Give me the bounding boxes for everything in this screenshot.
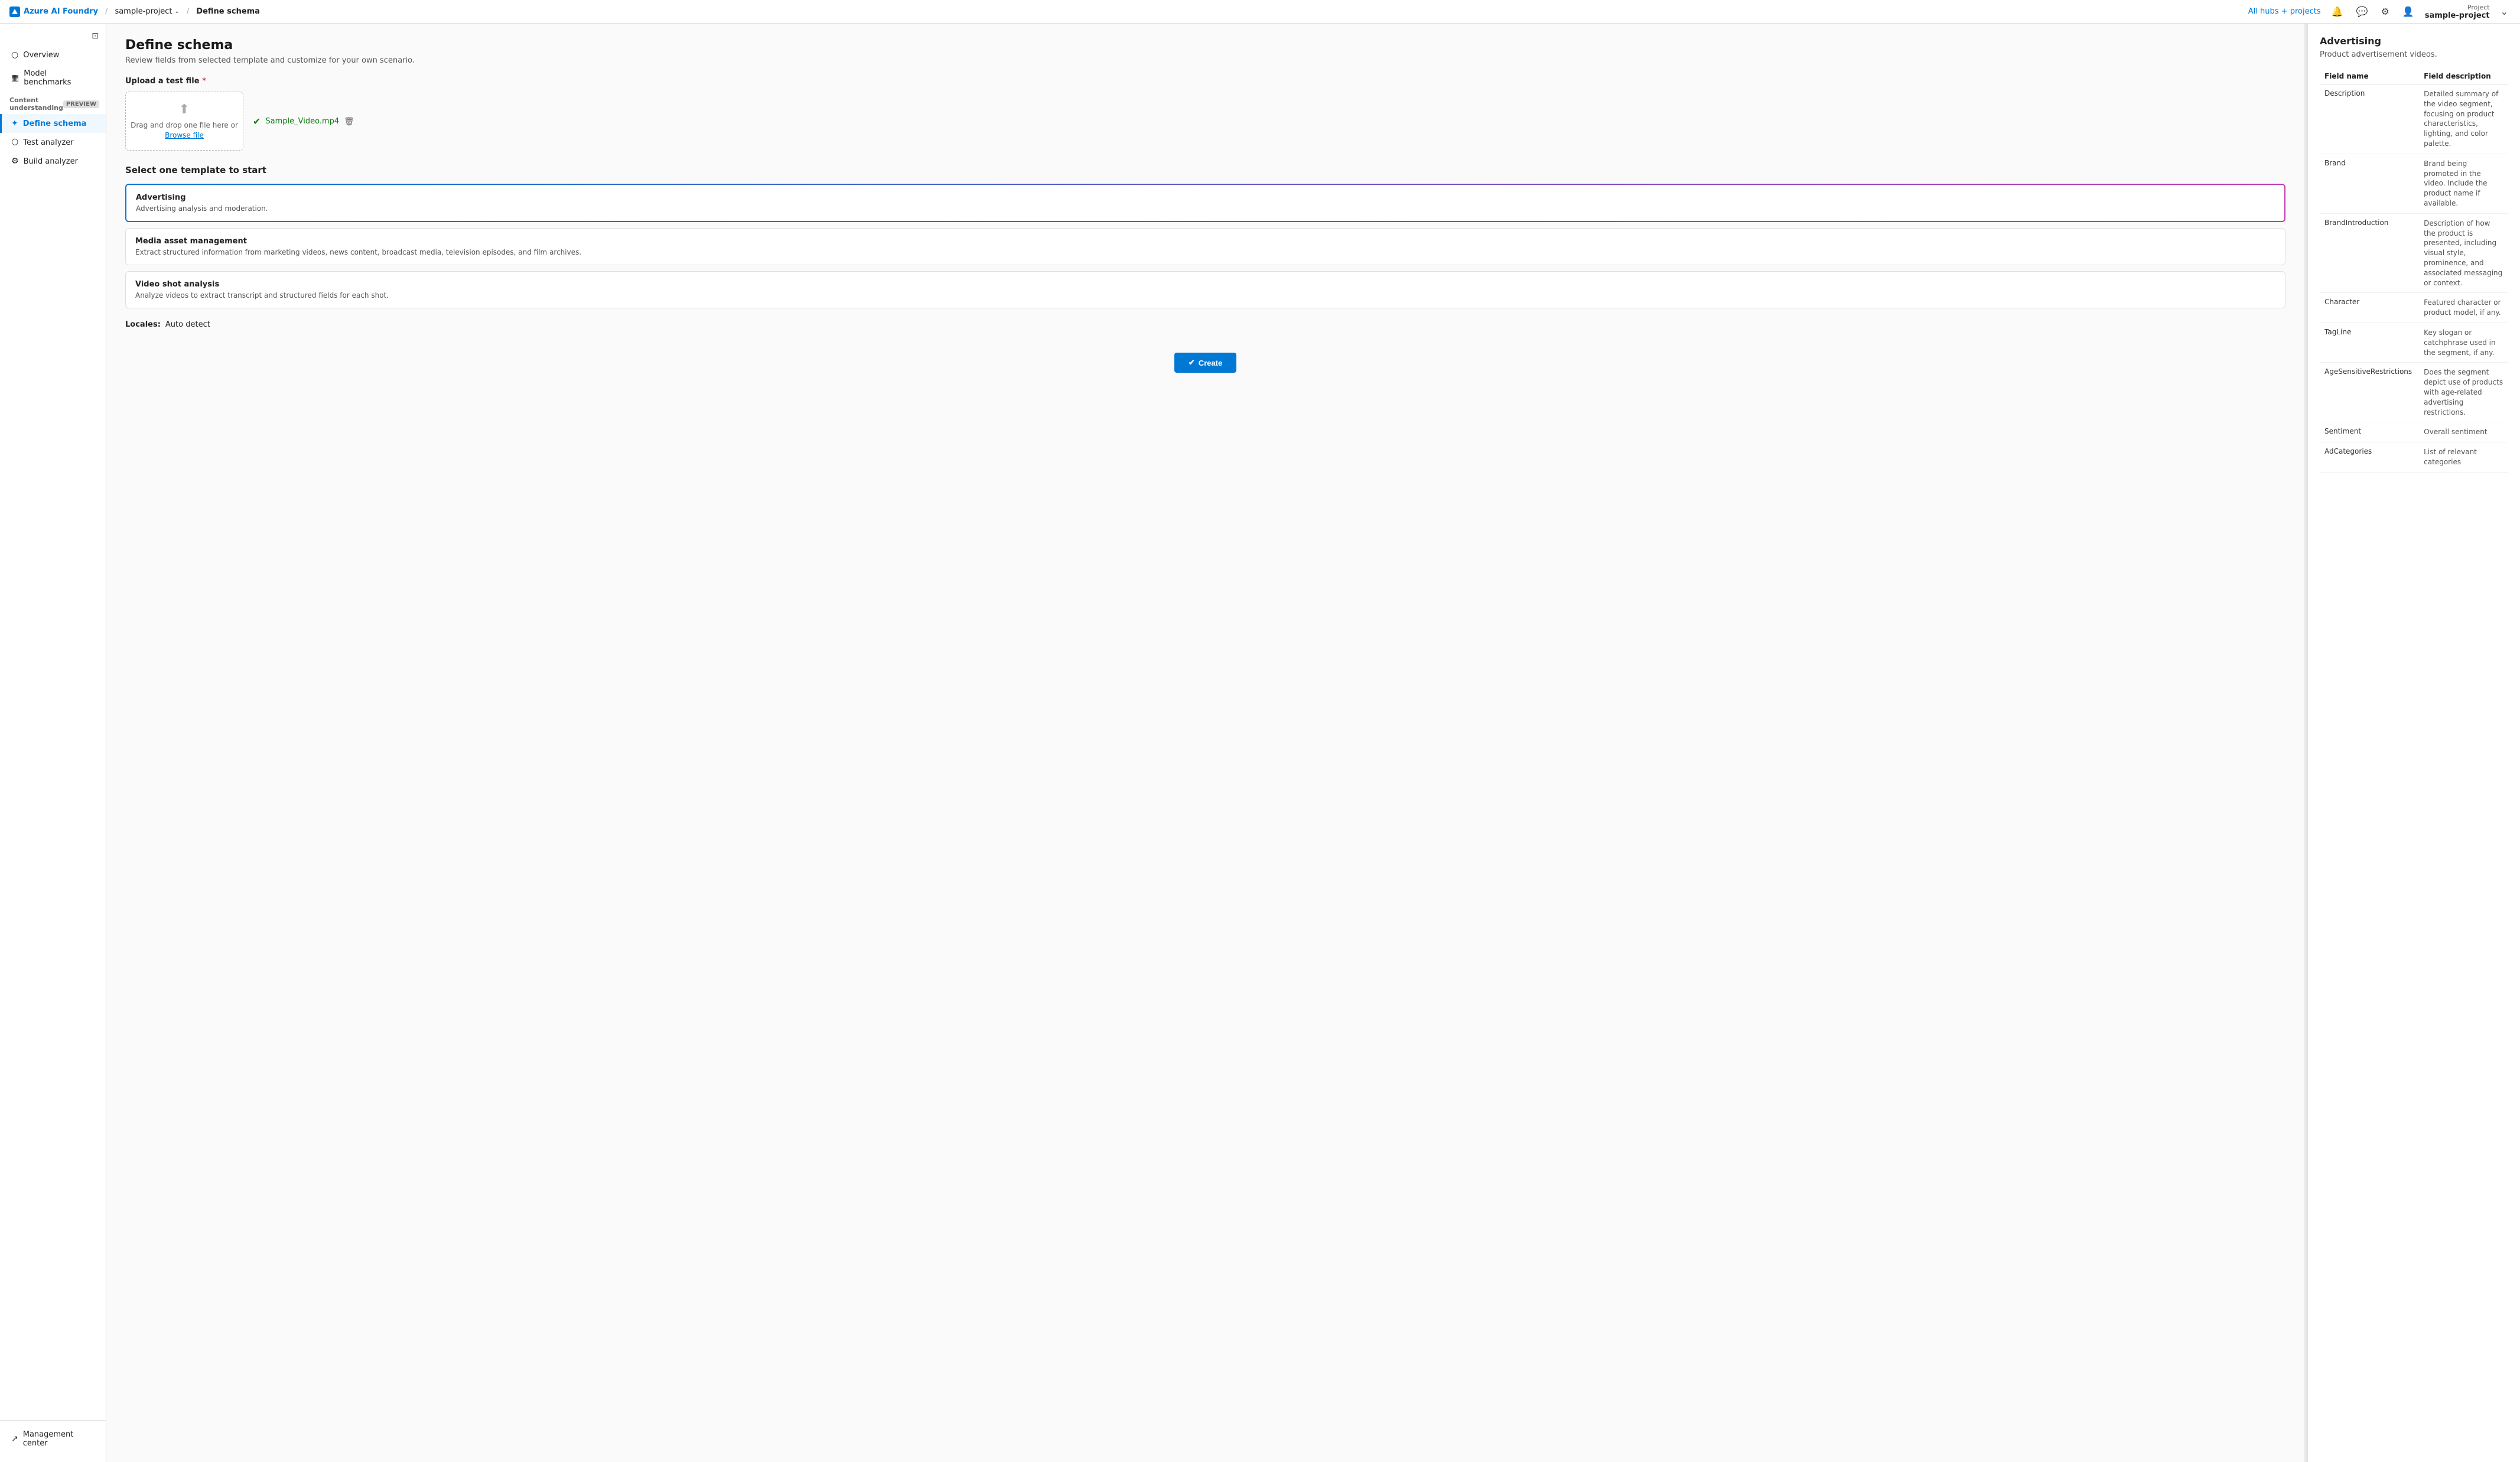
col-field-desc: Field description — [2419, 69, 2508, 84]
template-video-title: Video shot analysis — [135, 280, 2275, 289]
panel-title: Advertising — [2320, 35, 2508, 47]
page-title: Define schema — [125, 38, 2285, 53]
sidebar-collapse[interactable]: ⊡ — [0, 28, 106, 45]
collapse-icon[interactable]: ⊡ — [92, 31, 99, 41]
breadcrumb-current: Define schema — [196, 7, 260, 16]
topbar: Azure AI Foundry / sample-project ⌄ / De… — [0, 0, 2520, 24]
browse-file-link[interactable]: Browse file — [165, 131, 204, 139]
field-name-cell: Description — [2320, 84, 2419, 154]
chat-icon[interactable]: 💬 — [2354, 5, 2371, 19]
sidebar-item-define-schema[interactable]: ✦ Define schema — [0, 114, 106, 133]
template-advertising-title: Advertising — [136, 193, 2275, 202]
gear-icon[interactable]: ⚙ — [2378, 5, 2391, 19]
upload-area: ⬆ Drag and drop one file here or Browse … — [125, 92, 2285, 151]
notifications-icon[interactable]: 🔔 — [2329, 5, 2346, 19]
fields-table: Field name Field description Description… — [2320, 69, 2508, 473]
field-name-cell: AgeSensitiveRestrictions — [2320, 363, 2419, 422]
sidebar-section-content: Content understanding PREVIEW — [0, 92, 106, 114]
app-name: Azure AI Foundry — [24, 7, 98, 16]
field-desc-cell: Brand being promoted in the video. Inclu… — [2419, 154, 2508, 213]
required-indicator: * — [202, 77, 206, 86]
app-logo[interactable]: Azure AI Foundry — [9, 6, 98, 17]
file-dropzone[interactable]: ⬆ Drag and drop one file here or Browse … — [125, 92, 243, 151]
uploaded-filename: Sample_Video.mp4 — [265, 117, 339, 126]
field-name-cell: Sentiment — [2320, 422, 2419, 442]
field-name-cell: AdCategories — [2320, 442, 2419, 473]
col-field-name: Field name — [2320, 69, 2419, 84]
table-row: DescriptionDetailed summary of the video… — [2320, 84, 2508, 154]
locales-value: Auto detect — [165, 320, 210, 329]
locales-label: Locales: — [125, 320, 161, 329]
dropzone-text: Drag and drop one file here or Browse fi… — [131, 121, 238, 141]
templates-list: Advertising Advertising analysis and mod… — [125, 184, 2285, 308]
right-panel: Advertising Product advertisement videos… — [2307, 24, 2520, 1462]
create-check-icon: ✔ — [1189, 358, 1195, 367]
table-row: CharacterFeatured character or product m… — [2320, 293, 2508, 323]
sidebar-item-build-analyzer[interactable]: ⚙ Build analyzer — [0, 152, 106, 171]
template-media-desc: Extract structured information from mark… — [135, 248, 2275, 256]
page-subtitle: Review fields from selected template and… — [125, 56, 2285, 65]
bottom-actions: ✔ Create — [125, 341, 2285, 373]
table-row: AdCategoriesList of relevant categories — [2320, 442, 2508, 473]
upload-icon: ⬆ — [179, 102, 190, 117]
project-info: Project sample-project — [2425, 4, 2490, 20]
field-name-cell: Character — [2320, 293, 2419, 323]
management-icon: ↗ — [11, 1434, 18, 1444]
uploaded-file-info: ✔ Sample_Video.mp4 🗑 — [253, 116, 354, 127]
all-hubs-link[interactable]: All hubs + projects — [2248, 7, 2321, 16]
field-desc-cell: Featured character or product model, if … — [2419, 293, 2508, 323]
project-dropdown-icon[interactable]: ⌄ — [2498, 5, 2511, 19]
field-desc-cell: Overall sentiment — [2419, 422, 2508, 442]
table-row: SentimentOverall sentiment — [2320, 422, 2508, 442]
field-name-cell: TagLine — [2320, 323, 2419, 362]
benchmarks-icon: ▦ — [11, 73, 19, 83]
field-desc-cell: Description of how the product is presen… — [2419, 213, 2508, 293]
template-media-title: Media asset management — [135, 237, 2275, 246]
sidebar-item-test-analyzer[interactable]: ⬡ Test analyzer — [0, 133, 106, 152]
breadcrumb-sep-2: / — [187, 7, 189, 16]
sidebar-item-overview[interactable]: ○ Overview — [0, 45, 106, 64]
overview-icon: ○ — [11, 50, 18, 60]
panel-desc: Product advertisement videos. — [2320, 50, 2508, 59]
table-row: TagLineKey slogan or catchphrase used in… — [2320, 323, 2508, 362]
field-desc-cell: Detailed summary of the video segment, f… — [2419, 84, 2508, 154]
field-name-cell: BrandIntroduction — [2320, 213, 2419, 293]
template-card-advertising[interactable]: Advertising Advertising analysis and mod… — [125, 184, 2285, 222]
app-body: ⊡ ○ Overview ▦ Model benchmarks Content … — [0, 24, 2520, 1462]
logo-icon — [9, 6, 20, 17]
field-desc-cell: Does the segment depict use of products … — [2419, 363, 2508, 422]
table-row: AgeSensitiveRestrictionsDoes the segment… — [2320, 363, 2508, 422]
breadcrumb-sep-1: / — [105, 7, 108, 16]
define-schema-icon: ✦ — [11, 119, 18, 128]
table-row: BrandIntroductionDescription of how the … — [2320, 213, 2508, 293]
field-desc-cell: Key slogan or catchphrase used in the se… — [2419, 323, 2508, 362]
sidebar: ⊡ ○ Overview ▦ Model benchmarks Content … — [0, 24, 106, 1462]
template-card-media-asset[interactable]: Media asset management Extract structure… — [125, 228, 2285, 265]
sidebar-item-management-center[interactable]: ↗ Management center — [0, 1425, 106, 1453]
template-card-video-shot[interactable]: Video shot analysis Analyze videos to ex… — [125, 271, 2285, 308]
create-button[interactable]: ✔ Create — [1174, 353, 1236, 373]
upload-label: Upload a test file * — [125, 77, 2285, 86]
delete-file-button[interactable]: 🗑 — [344, 116, 354, 126]
topbar-right-section: All hubs + projects 🔔 💬 ⚙ 👤 Project samp… — [2248, 4, 2511, 20]
sidebar-bottom: ↗ Management center — [0, 1420, 106, 1457]
field-desc-cell: List of relevant categories — [2419, 442, 2508, 473]
sidebar-item-model-benchmarks[interactable]: ▦ Model benchmarks — [0, 64, 106, 92]
field-name-cell: Brand — [2320, 154, 2419, 213]
breadcrumb-project[interactable]: sample-project ⌄ — [115, 7, 179, 16]
locales-row: Locales: Auto detect — [125, 320, 2285, 329]
template-video-desc: Analyze videos to extract transcript and… — [135, 291, 2275, 299]
user-avatar[interactable]: 👤 — [2400, 5, 2417, 19]
main-content: Define schema Review fields from selecte… — [106, 24, 2304, 1462]
template-advertising-desc: Advertising analysis and moderation. — [136, 204, 2275, 213]
test-analyzer-icon: ⬡ — [11, 138, 18, 147]
chevron-down-icon: ⌄ — [175, 8, 180, 15]
table-row: BrandBrand being promoted in the video. … — [2320, 154, 2508, 213]
check-icon: ✔ — [253, 116, 261, 127]
select-template-title: Select one template to start — [125, 165, 2285, 175]
build-analyzer-icon: ⚙ — [11, 157, 19, 166]
